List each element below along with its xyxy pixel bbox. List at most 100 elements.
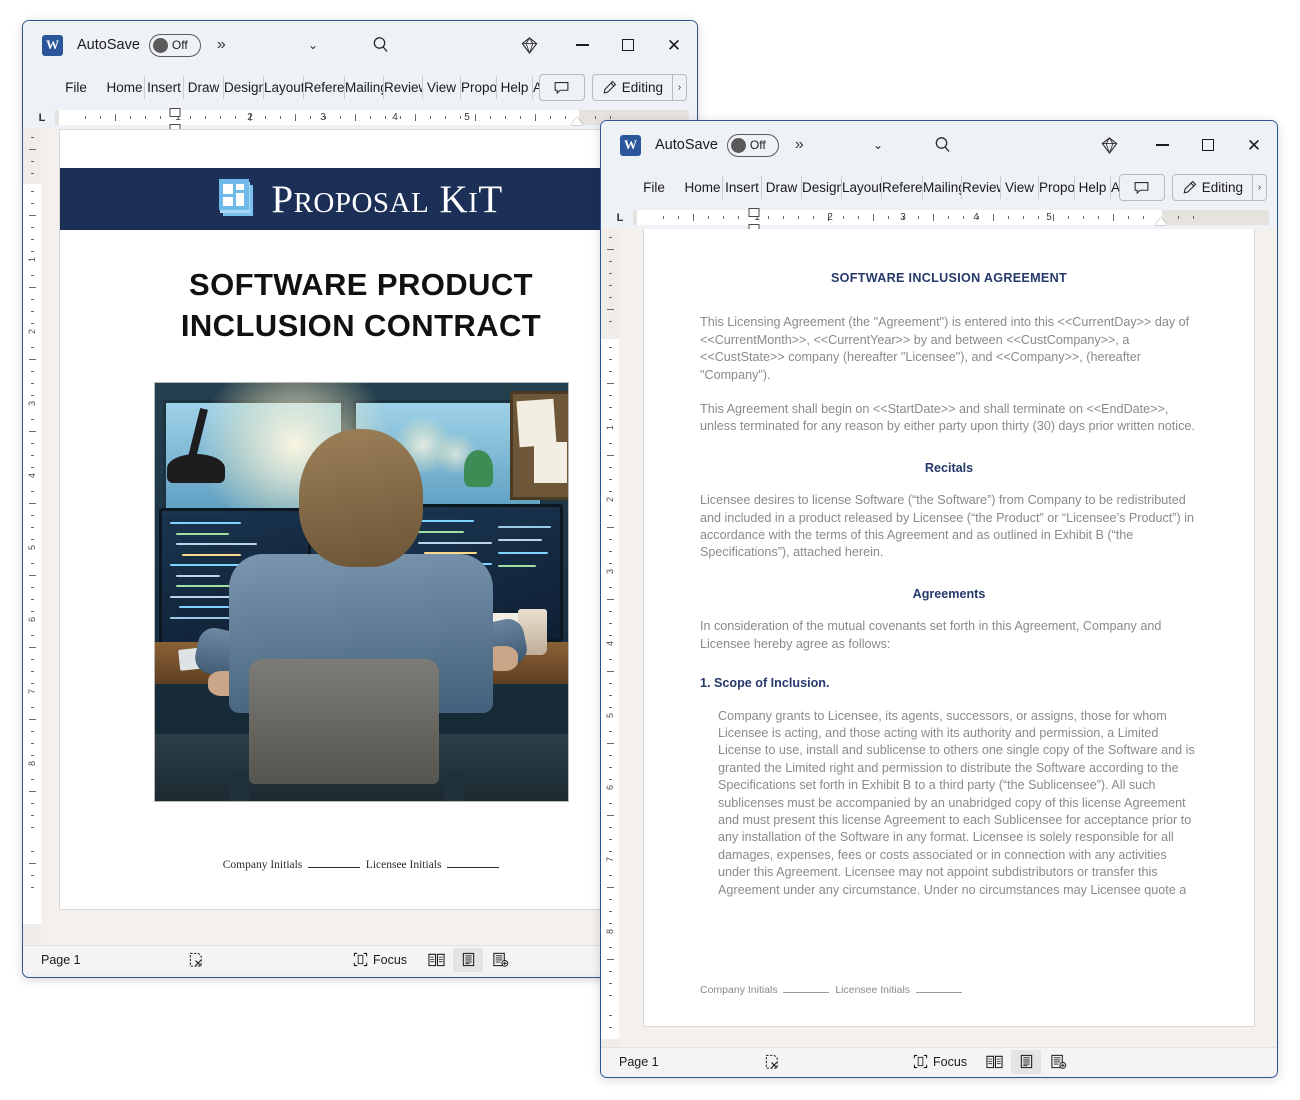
licensee-initials-blank[interactable] <box>447 867 500 868</box>
search-icon-front[interactable] <box>933 135 953 155</box>
quick-access-more-icon-front[interactable]: » <box>795 136 804 154</box>
company-initials-label-front: Company Initials <box>700 984 778 996</box>
tab-help[interactable]: Help <box>497 76 533 99</box>
editing-chevron-icon-front[interactable]: › <box>1253 174 1267 201</box>
editing-mode-group[interactable]: Editing › <box>591 74 687 101</box>
tab-help-front[interactable]: Help <box>1075 176 1111 199</box>
tab-file[interactable]: File <box>57 76 95 99</box>
tab-insert-front[interactable]: Insert <box>723 176 762 199</box>
editing-button[interactable]: Editing <box>591 74 673 101</box>
document-photo[interactable] <box>153 382 569 802</box>
ruler-track-front[interactable]: 1 2 3 4 5 <box>633 208 1269 233</box>
tab-stop-selector-front[interactable]: L <box>607 212 633 224</box>
comment-button-front[interactable] <box>1118 174 1165 201</box>
read-mode-icon[interactable] <box>421 948 451 972</box>
ruler-track[interactable]: 1 2 3 4 5 <box>55 108 689 133</box>
word-window-front[interactable]: W AutoSave Off » ⌄ ✕ File Home Insert Dr… <box>600 120 1278 1078</box>
chevron-down-icon-front[interactable]: ⌄ <box>873 138 883 152</box>
tab-home[interactable]: Home <box>105 76 145 99</box>
autosave-label: AutoSave <box>77 37 140 53</box>
tab-view-front[interactable]: View <box>1001 176 1039 199</box>
copilot-diamond-icon-front[interactable] <box>1100 136 1119 155</box>
comment-button[interactable] <box>538 74 585 101</box>
document-page-back[interactable]: PROPOSAL KIT SOFTWARE PRODUCT INCLUSION … <box>59 129 663 910</box>
quick-access-more-icon[interactable]: » <box>217 36 226 54</box>
vruler-number-5-front: 5 <box>605 713 615 719</box>
tab-review[interactable]: Review <box>384 76 423 99</box>
minimize-icon[interactable] <box>559 24 605 66</box>
company-initials-blank-front[interactable] <box>783 992 830 993</box>
close-icon[interactable]: ✕ <box>651 24 697 66</box>
editing-mode-group-front[interactable]: Editing › <box>1171 174 1267 201</box>
close-icon-front[interactable]: ✕ <box>1231 124 1277 166</box>
company-initials-blank[interactable] <box>308 867 361 868</box>
web-layout-icon[interactable] <box>485 948 515 972</box>
tab-mailings[interactable]: Mailings <box>345 76 384 99</box>
word-app-icon[interactable]: W <box>42 34 63 56</box>
intro-paragraph-2: This Agreement shall begin on <<StartDat… <box>700 402 1195 434</box>
licensee-initials-blank-front[interactable] <box>915 992 962 993</box>
print-layout-icon-front[interactable] <box>1011 1049 1041 1074</box>
tab-review-front[interactable]: Review <box>962 176 1001 199</box>
status-page-number-front[interactable]: Page 1 <box>619 1055 659 1069</box>
focus-mode-button-front[interactable]: Focus <box>913 1054 967 1069</box>
word-app-icon-front[interactable]: W <box>620 134 641 156</box>
vertical-ruler[interactable]: 1 2 3 4 5 6 7 8 <box>23 129 41 945</box>
vruler-number-7-front: 7 <box>605 857 615 863</box>
web-layout-icon-front[interactable] <box>1043 1050 1073 1074</box>
autosave-label-front: AutoSave <box>655 137 718 153</box>
tab-design[interactable]: Design <box>224 76 264 99</box>
editing-label-front: Editing <box>1201 180 1243 195</box>
right-indent-marker-front[interactable] <box>1155 217 1167 225</box>
vertical-ruler-front[interactable]: 1 2 3 4 5 6 7 8 <box>601 229 619 1047</box>
document-body-front[interactable]: SOFTWARE INCLUSION AGREEMENT This Licens… <box>644 229 1254 899</box>
editing-button-front[interactable]: Editing <box>1171 174 1253 201</box>
tab-proposal[interactable]: Proposal <box>461 76 497 99</box>
tab-references-front[interactable]: References <box>882 176 923 199</box>
status-page-number[interactable]: Page 1 <box>41 953 81 967</box>
print-layout-icon[interactable] <box>453 947 483 972</box>
page-left-gutter-front <box>619 229 643 1047</box>
maximize-icon[interactable] <box>605 24 651 66</box>
title-bar: W AutoSave Off » ⌄ ✕ <box>23 21 697 69</box>
chevron-down-icon[interactable]: ⌄ <box>308 38 318 52</box>
tab-home-front[interactable]: Home <box>683 176 723 199</box>
focus-mode-button[interactable]: Focus <box>353 952 407 967</box>
read-mode-icon-front[interactable] <box>979 1050 1009 1074</box>
horizontal-ruler[interactable]: L 1 2 3 4 5 <box>23 106 697 133</box>
ruler-number-2-front: 2 <box>827 212 833 223</box>
copilot-diamond-icon[interactable] <box>520 36 539 55</box>
tab-stop-selector[interactable]: L <box>29 112 55 124</box>
tab-draw[interactable]: Draw <box>184 76 224 99</box>
tab-draw-front[interactable]: Draw <box>762 176 802 199</box>
editing-chevron-icon[interactable]: › <box>673 74 687 101</box>
wordmark-k: K <box>439 177 469 221</box>
first-line-indent-marker-front[interactable] <box>748 208 760 217</box>
right-indent-marker[interactable] <box>571 117 583 125</box>
tab-proposal-front[interactable]: Proposal <box>1039 176 1075 199</box>
proofing-errors-icon[interactable] <box>188 952 204 968</box>
minimize-icon-front[interactable] <box>1139 124 1185 166</box>
first-line-indent-marker[interactable] <box>169 108 181 117</box>
tab-file-front[interactable]: File <box>635 176 673 199</box>
agreements-paragraph: In consideration of the mutual covenants… <box>700 619 1162 651</box>
vruler-number-2: 2 <box>27 329 37 335</box>
tab-design-front[interactable]: Design <box>802 176 842 199</box>
autosave-toggle-front[interactable]: Off <box>726 133 779 157</box>
tab-references[interactable]: References <box>304 76 345 99</box>
desktop-background: W AutoSave Off » ⌄ ✕ File Home Insert Dr… <box>0 0 1300 1100</box>
tab-view[interactable]: View <box>423 76 461 99</box>
proofing-errors-icon-front[interactable] <box>764 1054 780 1070</box>
tab-layout-front[interactable]: Layout <box>842 176 882 199</box>
document-page-front[interactable]: SOFTWARE INCLUSION AGREEMENT This Licens… <box>643 229 1255 1027</box>
autosave-toggle-knob-front <box>730 137 746 153</box>
search-icon[interactable] <box>371 35 391 55</box>
word-window-back[interactable]: W AutoSave Off » ⌄ ✕ File Home Insert Dr… <box>22 20 698 978</box>
tab-layout[interactable]: Layout <box>264 76 304 99</box>
autosave-toggle[interactable]: Off <box>148 33 201 57</box>
tab-mailings-front[interactable]: Mailings <box>923 176 962 199</box>
maximize-icon-front[interactable] <box>1185 124 1231 166</box>
tab-insert[interactable]: Insert <box>145 76 184 99</box>
horizontal-ruler-front[interactable]: L 1 2 3 4 5 <box>601 206 1277 233</box>
wordmark-t: T <box>478 177 503 221</box>
